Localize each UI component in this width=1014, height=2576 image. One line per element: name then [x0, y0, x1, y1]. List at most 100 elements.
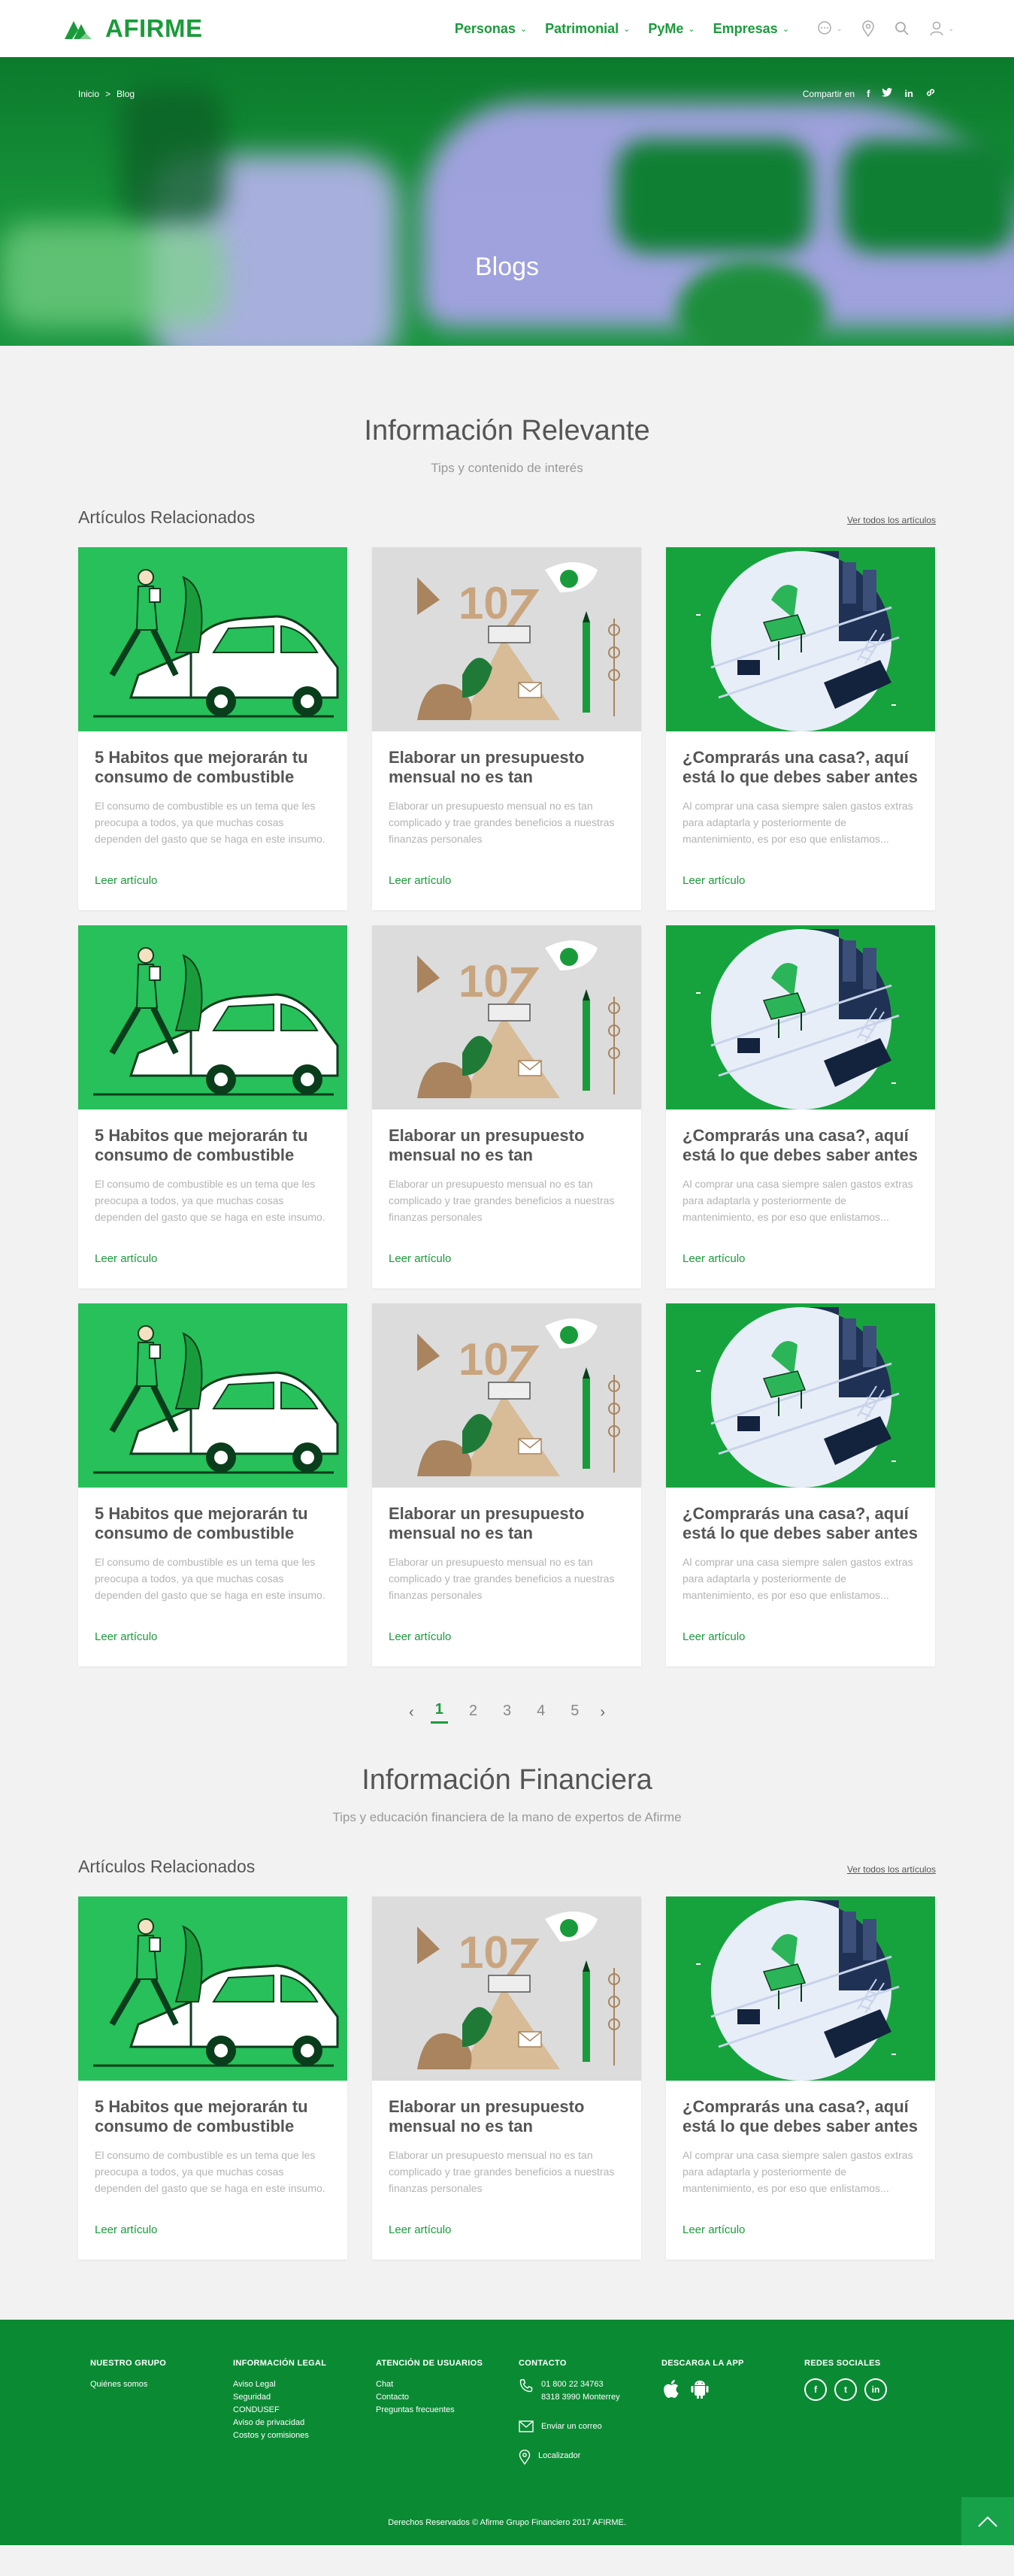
- footer-link-seguridad[interactable]: Seguridad: [233, 2391, 376, 2404]
- share-bar: Compartir en f in: [803, 87, 936, 100]
- page-2[interactable]: 2: [465, 1703, 482, 1723]
- article-card[interactable]: 5 Habitos que mejorarán tu consumo de co…: [78, 1896, 347, 2260]
- nav-pyme[interactable]: PyMe ⌄: [648, 21, 695, 37]
- footer-heading: CONTACTO: [519, 2359, 567, 2368]
- linkedin-icon[interactable]: in: [904, 88, 913, 99]
- article-card[interactable]: 10 Elaborar un presupuesto mensual no es…: [372, 925, 641, 1288]
- read-article-link[interactable]: Leer artículo: [389, 874, 451, 887]
- user-icon[interactable]: ⌄: [929, 20, 954, 37]
- chat-icon[interactable]: ⌄: [816, 20, 842, 37]
- afirme-logo[interactable]: AFIRME: [63, 14, 203, 43]
- page-1[interactable]: 1: [430, 1701, 448, 1724]
- chevron-up-icon: [978, 2516, 997, 2527]
- footer-link-privacidad[interactable]: Aviso de privacidad: [233, 2417, 376, 2429]
- article-card[interactable]: 5 Habitos que mejorarán tu consumo de co…: [78, 925, 347, 1288]
- svg-text:10: 10: [459, 1927, 509, 1978]
- section-subtitle: Tips y contenido de interés: [431, 461, 583, 475]
- footer-link-quienes-somos[interactable]: Quiénes somos: [90, 2378, 233, 2391]
- read-article-link[interactable]: Leer artículo: [95, 1252, 157, 1265]
- footer-link-faq[interactable]: Preguntas frecuentes: [376, 2404, 519, 2417]
- footer-link-contacto[interactable]: Contacto: [376, 2391, 519, 2404]
- facebook-icon[interactable]: f: [867, 88, 870, 99]
- article-description: Elaborar un presupuesto mensual no es ta…: [389, 2149, 615, 2194]
- footer-link-condusef[interactable]: CONDUSEF: [233, 2404, 376, 2417]
- read-article-link[interactable]: Leer artículo: [389, 1252, 451, 1265]
- linkedin-icon[interactable]: in: [864, 2378, 887, 2401]
- article-description: El consumo de combustible es un tema que…: [95, 800, 325, 845]
- article-body: ¿Comprarás una casa?, aquí está lo que d…: [666, 1109, 935, 1266]
- twitter-icon[interactable]: t: [834, 2378, 857, 2401]
- contact-phone[interactable]: 01 800 22 34763 8318 3990 Monterrey: [519, 2378, 661, 2404]
- article-card[interactable]: 5 Habitos que mejorarán tu consumo de co…: [78, 547, 347, 910]
- copyright: Derechos Reservados © Afirme Grupo Finan…: [388, 2518, 626, 2527]
- nav-personas[interactable]: Personas ⌄: [455, 21, 527, 37]
- apple-icon[interactable]: [661, 2378, 680, 2405]
- footer-col-app: DESCARGA LA APP: [661, 2359, 804, 2481]
- social-icons: f t in: [804, 2378, 947, 2401]
- mail-icon: [519, 2420, 534, 2432]
- brand-name: AFIRME: [105, 14, 203, 42]
- car-illustration: [78, 1896, 347, 2081]
- contact-email[interactable]: Enviar un correo: [519, 2420, 661, 2433]
- page-3[interactable]: 3: [498, 1703, 516, 1723]
- nav-patrimonial[interactable]: Patrimonial ⌄: [545, 21, 630, 37]
- footer-link-costos[interactable]: Costos y comisiones: [233, 2429, 376, 2442]
- twitter-icon[interactable]: [882, 88, 893, 99]
- contact-locator[interactable]: Localizador: [519, 2450, 661, 2465]
- house-illustration: [666, 1303, 935, 1488]
- link-icon[interactable]: [925, 87, 936, 100]
- article-title: 5 Habitos que mejorarán tu consumo de co…: [95, 2097, 308, 2136]
- article-card[interactable]: 10 Elaborar un presupuesto mensual no es…: [372, 1303, 641, 1666]
- article-card[interactable]: ¿Comprarás una casa?, aquí está lo que d…: [666, 925, 935, 1288]
- article-card[interactable]: ¿Comprarás una casa?, aquí está lo que d…: [666, 1303, 935, 1666]
- related-title: Artículos Relacionados: [78, 1857, 256, 1876]
- article-description: Al comprar una casa siempre salen gastos…: [683, 1556, 913, 1601]
- person-blur: [120, 87, 226, 222]
- read-article-link[interactable]: Leer artículo: [683, 1630, 745, 1643]
- budget-illustration: 10: [372, 547, 641, 731]
- article-card[interactable]: 10 Elaborar un presupuesto mensual no es…: [372, 547, 641, 910]
- see-all-articles-link[interactable]: Ver todos los artículos: [847, 1864, 936, 1875]
- article-body: Elaborar un presupuesto mensual no es ta…: [372, 2081, 641, 2237]
- article-image: [666, 925, 935, 1109]
- read-article-link[interactable]: Leer artículo: [683, 2223, 745, 2236]
- read-article-link[interactable]: Leer artículo: [95, 2223, 157, 2236]
- article-title: ¿Comprarás una casa?, aquí está lo que d…: [683, 748, 919, 786]
- scroll-to-top-button[interactable]: [961, 2497, 1014, 2545]
- location-pin-icon[interactable]: [861, 20, 875, 37]
- article-card[interactable]: 10 Elaborar un presupuesto mensual no es…: [372, 1896, 641, 2260]
- search-icon[interactable]: [894, 21, 910, 36]
- breadcrumb-current: Blog: [117, 88, 135, 99]
- article-body: ¿Comprarás una casa?, aquí está lo que d…: [666, 1488, 935, 1644]
- read-article-link[interactable]: Leer artículo: [95, 1630, 157, 1643]
- breadcrumb-home[interactable]: Inicio: [78, 89, 99, 99]
- article-title: ¿Comprarás una casa?, aquí está lo que d…: [683, 1126, 919, 1164]
- nav-label: Personas: [454, 20, 516, 36]
- android-icon[interactable]: [690, 2378, 710, 2405]
- hero-banner: Inicio > Blog Compartir en f in Blogs: [0, 57, 1014, 346]
- read-article-link[interactable]: Leer artículo: [389, 2223, 451, 2236]
- footer-link-aviso-legal[interactable]: Aviso Legal: [233, 2378, 376, 2391]
- facebook-icon[interactable]: f: [804, 2378, 827, 2401]
- page-4[interactable]: 4: [532, 1703, 549, 1723]
- nav-empresas[interactable]: Empresas ⌄: [713, 21, 789, 37]
- article-card[interactable]: ¿Comprarás una casa?, aquí está lo que d…: [666, 1896, 935, 2260]
- breadcrumb-separator: >: [105, 88, 111, 99]
- page-5[interactable]: 5: [566, 1703, 583, 1723]
- article-card[interactable]: ¿Comprarás una casa?, aquí está lo que d…: [666, 547, 935, 910]
- article-image: [78, 1896, 347, 2081]
- read-article-link[interactable]: Leer artículo: [95, 874, 157, 887]
- articles-grid: 5 Habitos que mejorarán tu consumo de co…: [78, 547, 937, 1666]
- article-image: [666, 547, 935, 731]
- next-page-button[interactable]: ›: [600, 1704, 605, 1721]
- read-article-link[interactable]: Leer artículo: [389, 1630, 451, 1643]
- footer-heading: DESCARGA LA APP: [661, 2359, 744, 2368]
- article-body: 5 Habitos que mejorarán tu consumo de co…: [78, 1488, 347, 1644]
- read-article-link[interactable]: Leer artículo: [683, 1252, 745, 1265]
- read-article-link[interactable]: Leer artículo: [683, 874, 745, 887]
- prev-page-button[interactable]: ‹: [409, 1704, 414, 1721]
- see-all-articles-link[interactable]: Ver todos los artículos: [847, 515, 936, 525]
- article-title: 5 Habitos que mejorarán tu consumo de co…: [95, 1504, 308, 1542]
- footer-link-chat[interactable]: Chat: [376, 2378, 519, 2391]
- article-card[interactable]: 5 Habitos que mejorarán tu consumo de co…: [78, 1303, 347, 1666]
